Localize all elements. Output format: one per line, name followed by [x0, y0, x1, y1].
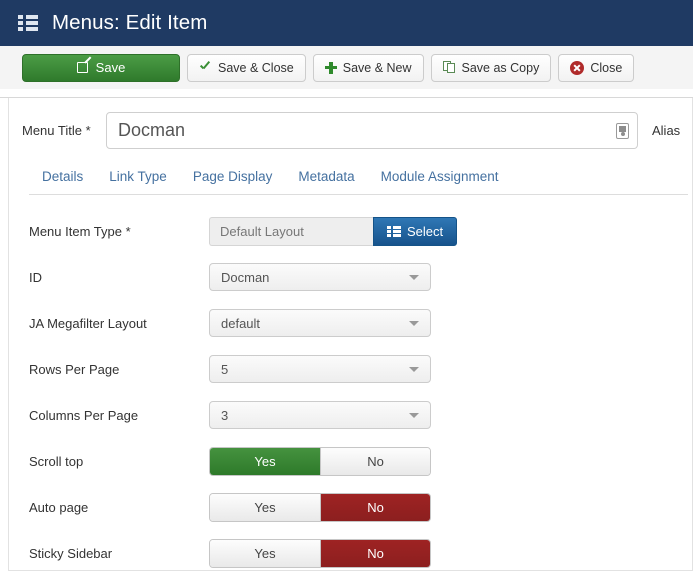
page-header: Menus: Edit Item	[0, 0, 693, 46]
auto-page-yes[interactable]: Yes	[210, 493, 320, 521]
ja-megafilter-layout-label: JA Megafilter Layout	[29, 315, 147, 331]
rows-per-page-label: Rows Per Page	[29, 361, 120, 377]
row-rows-per-page: Rows Per Page 5	[9, 346, 692, 392]
check-icon	[199, 61, 212, 74]
toolbar: Save Save & Close Save & New Save as Cop…	[0, 46, 693, 90]
sticky-sidebar-yes[interactable]: Yes	[210, 539, 320, 567]
chevron-down-icon	[409, 275, 419, 280]
keyboard-icon[interactable]	[616, 122, 629, 139]
save-and-close-label: Save & Close	[218, 60, 294, 75]
save-and-new-button[interactable]: Save & New	[312, 53, 424, 82]
save-button-label: Save	[95, 60, 126, 75]
row-columns-per-page: Columns Per Page 3	[9, 392, 692, 438]
auto-page-toggle: Yes No	[209, 492, 431, 522]
tab-link-type[interactable]: Link Type	[96, 163, 180, 194]
auto-page-no[interactable]: No	[320, 493, 430, 521]
select-button-label: Select	[407, 223, 444, 239]
pencil-square-icon	[76, 56, 92, 74]
row-ja-megafilter-layout: JA Megafilter Layout default	[9, 300, 692, 346]
page-body: Menu Title * Alias Details Link Type Pag…	[0, 90, 693, 571]
save-button[interactable]: Save	[22, 53, 180, 82]
alias-label: Alias	[652, 123, 681, 138]
id-label: ID	[29, 269, 42, 285]
save-and-close-button[interactable]: Save & Close	[187, 53, 306, 82]
menu-title-input[interactable]	[106, 112, 638, 149]
edit-item-card: Menu Title * Alias Details Link Type Pag…	[8, 98, 693, 571]
id-select-value: Docman	[221, 269, 270, 285]
tab-bar: Details Link Type Page Display Metadata …	[9, 163, 692, 194]
copy-icon	[442, 61, 456, 74]
scroll-top-no[interactable]: No	[320, 447, 430, 475]
menu-item-type-value: Default Layout	[209, 216, 373, 246]
row-scroll-top: Scroll top Yes No	[9, 438, 692, 484]
tab-page-display[interactable]: Page Display	[180, 163, 286, 194]
scroll-top-label: Scroll top	[29, 453, 84, 469]
list-grid-icon	[18, 14, 38, 32]
chevron-down-icon	[409, 413, 419, 418]
ja-megafilter-layout-select[interactable]: default	[209, 309, 431, 337]
row-auto-page: Auto page Yes No	[9, 484, 692, 530]
id-select[interactable]: Docman	[209, 263, 431, 291]
menu-item-type-label: Menu Item Type *	[29, 223, 131, 239]
plus-icon	[324, 61, 337, 74]
auto-page-label: Auto page	[29, 499, 89, 515]
save-as-copy-button[interactable]: Save as Copy	[430, 53, 552, 82]
row-menu-item-type: Menu Item Type * Default Layout Select	[9, 208, 692, 254]
tab-module-assignment[interactable]: Module Assignment	[368, 163, 512, 194]
details-form: Menu Item Type * Default Layout Select I…	[9, 195, 692, 571]
row-sticky-sidebar: Sticky Sidebar Yes No	[9, 530, 692, 571]
save-and-new-label: Save & New	[342, 60, 412, 75]
scroll-top-yes[interactable]: Yes	[210, 447, 320, 475]
rows-per-page-value: 5	[221, 361, 229, 377]
menu-title-label: Menu Title *	[22, 123, 91, 138]
list-grid-icon	[387, 225, 401, 237]
sticky-sidebar-toggle: Yes No	[209, 538, 431, 568]
columns-per-page-value: 3	[221, 407, 229, 423]
chevron-down-icon	[409, 367, 419, 372]
sticky-sidebar-no[interactable]: No	[320, 539, 430, 567]
columns-per-page-select[interactable]: 3	[209, 401, 431, 429]
menu-title-row: Menu Title * Alias	[9, 98, 692, 163]
tab-metadata[interactable]: Metadata	[285, 163, 367, 194]
ja-megafilter-layout-value: default	[221, 315, 261, 331]
menu-item-type-control: Default Layout Select	[209, 216, 458, 246]
row-id: ID Docman	[9, 254, 692, 300]
chevron-down-icon	[409, 321, 419, 326]
select-menu-item-type-button[interactable]: Select	[373, 216, 458, 246]
page-title: Menus: Edit Item	[52, 11, 208, 34]
columns-per-page-label: Columns Per Page	[29, 407, 139, 423]
close-circle-icon	[570, 60, 585, 75]
scroll-top-toggle: Yes No	[209, 446, 431, 476]
save-as-copy-label: Save as Copy	[461, 60, 540, 75]
close-button-label: Close	[590, 60, 623, 75]
tab-details[interactable]: Details	[29, 163, 96, 194]
close-button[interactable]: Close	[558, 53, 635, 82]
menu-title-field-wrap	[106, 112, 638, 149]
rows-per-page-select[interactable]: 5	[209, 355, 431, 383]
sticky-sidebar-label: Sticky Sidebar	[29, 545, 113, 561]
spacer	[0, 90, 693, 97]
